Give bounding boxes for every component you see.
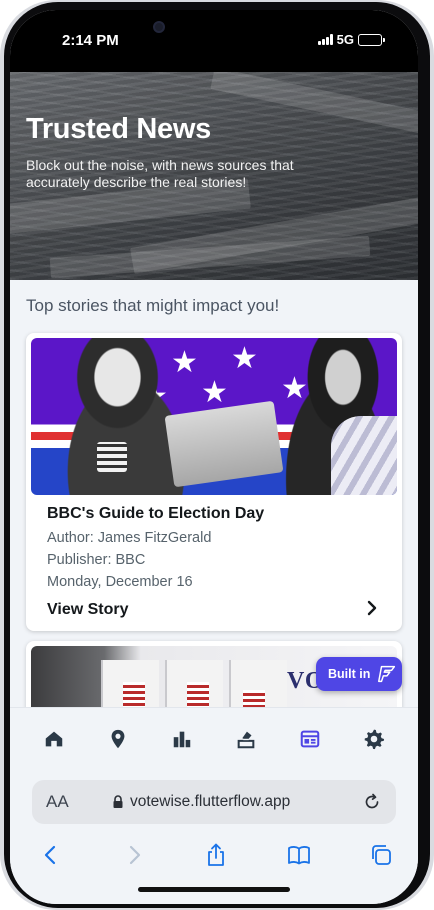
bookmarks-button[interactable] bbox=[284, 840, 314, 870]
hero-title: Trusted News bbox=[26, 113, 211, 145]
status-time: 2:14 PM bbox=[62, 32, 119, 49]
reload-icon[interactable] bbox=[362, 792, 382, 812]
book-icon bbox=[287, 846, 310, 865]
nav-stats[interactable] bbox=[164, 721, 200, 757]
chevron-right-icon bbox=[129, 845, 140, 865]
hero-subtitle: Block out the noise, with news sources t… bbox=[26, 157, 294, 190]
screen: 2:14 PM 5G Trusted News Block out the no… bbox=[10, 10, 418, 904]
network-label: 5G bbox=[336, 32, 354, 47]
phone-frame: 2:14 PM 5G Trusted News Block out the no… bbox=[0, 0, 434, 910]
bar-chart-icon bbox=[173, 731, 191, 747]
chevron-right-icon[interactable] bbox=[362, 598, 382, 618]
signal-icon bbox=[317, 34, 333, 45]
gear-icon bbox=[364, 729, 385, 749]
ballot-box-icon bbox=[237, 731, 255, 748]
back-button[interactable] bbox=[36, 840, 66, 870]
map-pin-icon bbox=[111, 729, 125, 748]
calendar-news-icon bbox=[300, 730, 320, 747]
status-bar: 2:14 PM 5G bbox=[10, 10, 418, 72]
story-date: Monday, December 16 bbox=[47, 574, 193, 590]
home-icon bbox=[45, 731, 63, 746]
nav-vote[interactable] bbox=[228, 721, 264, 757]
hero-banner: Trusted News Block out the noise, with n… bbox=[10, 72, 418, 280]
built-in-badge[interactable]: Built in bbox=[316, 657, 402, 691]
built-in-label: Built in bbox=[328, 667, 371, 681]
nav-map[interactable] bbox=[100, 721, 136, 757]
nav-news[interactable] bbox=[292, 721, 328, 757]
story-title: BBC's Guide to Election Day bbox=[47, 505, 265, 522]
nav-home[interactable] bbox=[36, 721, 72, 757]
story-image: ★ ★ ★ ★ ★ ★ bbox=[31, 338, 397, 495]
story-publisher: Publisher: BBC bbox=[47, 552, 146, 568]
status-indicators: 5G bbox=[317, 32, 385, 47]
home-indicator[interactable] bbox=[138, 887, 290, 892]
share-icon bbox=[208, 843, 224, 866]
share-button[interactable] bbox=[201, 840, 231, 870]
lock-icon bbox=[113, 795, 123, 808]
tabs-icon bbox=[372, 845, 391, 865]
nav-settings[interactable] bbox=[356, 721, 392, 757]
story-author: Author: James FitzGerald bbox=[47, 530, 212, 546]
address-bar[interactable]: AA votewise.flutterflow.app bbox=[32, 780, 396, 824]
tabs-button[interactable] bbox=[366, 840, 396, 870]
url-text: votewise.flutterflow.app bbox=[130, 793, 291, 810]
view-story-link[interactable]: View Story bbox=[47, 601, 129, 619]
battery-icon bbox=[358, 33, 385, 46]
browser-toolbar bbox=[10, 838, 418, 872]
story-card[interactable]: ★ ★ ★ ★ ★ ★ BBC's Guide to Election Day … bbox=[26, 333, 402, 631]
browser-chrome: AA votewise.flutterflow.app bbox=[10, 769, 418, 904]
chevron-left-icon bbox=[44, 845, 56, 865]
forward-button[interactable] bbox=[119, 840, 149, 870]
front-camera-icon bbox=[153, 21, 165, 33]
bottom-nav bbox=[10, 707, 418, 769]
phone-bezel: 2:14 PM 5G Trusted News Block out the no… bbox=[4, 2, 430, 908]
text-size-button[interactable]: AA bbox=[46, 792, 112, 812]
flutterflow-icon bbox=[378, 665, 396, 683]
section-heading: Top stories that might impact you! bbox=[26, 296, 280, 315]
